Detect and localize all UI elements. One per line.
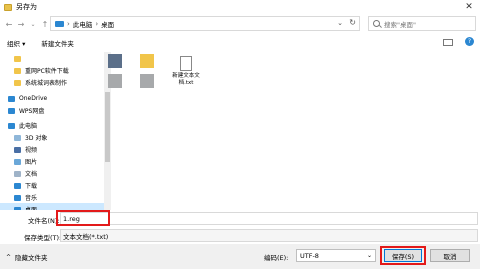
chevron-up-icon: ^	[6, 253, 12, 261]
save-fields: 文件名(N): 1.reg 保存类型(T): 文本文档(*.txt)	[0, 210, 480, 244]
new-folder-button[interactable]: 新建文件夹	[41, 38, 74, 48]
sidebar-item[interactable]: 下载	[0, 179, 110, 192]
address-bar[interactable]: › 此电脑 › 桌面 ⌄ ↻	[50, 16, 360, 31]
chevron-right-icon: ›	[67, 19, 70, 28]
cloud-icon	[8, 107, 15, 114]
organize-menu[interactable]: 组织 ▾	[7, 38, 25, 48]
search-input[interactable]: 搜索"桌面"	[368, 16, 476, 31]
download-icon	[14, 182, 21, 189]
picture-icon	[14, 158, 21, 165]
filetype-label: 保存类型(T):	[24, 234, 62, 242]
computer-icon	[8, 122, 15, 129]
sidebar-item[interactable]: 视频	[0, 143, 110, 156]
document-icon	[14, 170, 21, 177]
sidebar-item-label: 系统城词表制作	[25, 80, 68, 87]
sidebar-item-label: 此电脑	[19, 123, 38, 130]
breadcrumb-this-pc[interactable]: 此电脑	[73, 19, 93, 29]
sidebar-item[interactable]	[0, 52, 110, 65]
sidebar-item[interactable]: 重网PC软件下载	[0, 64, 110, 77]
folder-icon	[140, 54, 154, 68]
window-title: 另存为	[16, 3, 37, 11]
search-placeholder: 搜索"桌面"	[384, 20, 416, 29]
close-icon[interactable]: ✕	[458, 0, 480, 14]
sidebar-item[interactable]: WPS网盘	[0, 104, 110, 117]
encoding-value: UTF-8	[300, 251, 319, 260]
sidebar-item[interactable]: OneDrive	[0, 92, 110, 105]
dialog-footer: ^ 隐藏文件夹 编码(E): UTF-8 ⌄ 保存(S) 取消	[0, 244, 480, 269]
sidebar-item-label: 图片	[25, 159, 38, 166]
sidebar-item-label: 下载	[25, 183, 38, 190]
file-item-blurred[interactable]	[130, 74, 164, 90]
sidebar-item[interactable]: 音乐	[0, 191, 110, 204]
sidebar-item[interactable]: 图片	[0, 155, 110, 168]
sidebar-item-label: 文档	[25, 171, 38, 178]
sidebar-item[interactable]: 系统城词表制作	[0, 76, 110, 89]
sidebar-item[interactable]: 文档	[0, 167, 110, 180]
video-icon	[14, 146, 21, 153]
sidebar-item-label: OneDrive	[19, 95, 48, 102]
navigation-pane: 桌面音乐下载文档图片视频3D 对象此电脑WPS网盘OneDrive系统城词表制作…	[0, 52, 112, 212]
command-toolbar: 组织 ▾ 新建文件夹 ?	[0, 34, 480, 52]
sidebar-item-label: WPS网盘	[19, 108, 45, 115]
chevron-down-icon[interactable]: ⌄	[337, 19, 343, 27]
breadcrumb-desktop[interactable]: 桌面	[101, 19, 114, 29]
help-icon[interactable]: ?	[465, 37, 474, 46]
encoding-label: 编码(E):	[264, 254, 289, 262]
cancel-button[interactable]: 取消	[430, 249, 470, 262]
cube-icon	[14, 134, 21, 141]
filetype-select[interactable]: 文本文档(*.txt)	[60, 229, 478, 242]
search-icon	[373, 20, 380, 27]
save-as-dialog-icon	[4, 3, 12, 11]
encoding-select[interactable]: UTF-8 ⌄	[296, 249, 376, 262]
scrollbar-thumb[interactable]	[105, 92, 110, 162]
recent-locations-icon[interactable]: ⌄	[27, 17, 39, 31]
highlight-box	[56, 210, 110, 226]
file-item-blurred[interactable]	[98, 74, 132, 90]
highlight-box	[380, 246, 426, 265]
chevron-down-icon: ⌄	[366, 252, 372, 259]
forward-arrow-icon[interactable]: →	[15, 17, 27, 31]
sidebar-item-label: 3D 对象	[25, 135, 48, 142]
sidebar-item-label: 视频	[25, 147, 38, 154]
sidebar-item[interactable]: 3D 对象	[0, 131, 110, 144]
title-bar: 另存为 ✕	[0, 0, 480, 14]
file-item-folder[interactable]	[130, 54, 164, 70]
folder-icon	[14, 79, 21, 86]
text-file-icon	[180, 56, 192, 71]
navigation-bar: ← → ⌄ ↑ › 此电脑 › 桌面 ⌄ ↻ 搜索"桌面"	[0, 14, 480, 34]
refresh-icon[interactable]: ↻	[349, 18, 356, 27]
folder-icon	[14, 67, 21, 74]
sidebar-item-label: 重网PC软件下载	[25, 68, 69, 75]
folder-icon	[14, 55, 21, 62]
blurred-thumbnail	[108, 74, 122, 88]
sidebar-item[interactable]: 此电脑	[0, 119, 110, 132]
hide-folders-label: 隐藏文件夹	[15, 254, 48, 262]
sidebar-item-label: 音乐	[25, 195, 38, 202]
computer-icon	[55, 20, 64, 27]
file-item-image[interactable]	[98, 54, 132, 70]
music-icon	[14, 194, 21, 201]
chevron-right-icon: ›	[95, 19, 99, 28]
view-options-icon[interactable]	[443, 39, 453, 46]
filename-input[interactable]: 1.reg	[60, 212, 478, 225]
hide-folders-toggle[interactable]: ^ 隐藏文件夹	[6, 252, 48, 263]
file-item-text-document[interactable]: 新建文本文档.txt	[169, 56, 203, 87]
filename-label: 文件名(N):	[28, 217, 60, 225]
image-thumbnail	[108, 54, 122, 68]
back-arrow-icon[interactable]: ←	[3, 17, 15, 31]
file-list: 新建文本文档.txt	[108, 52, 480, 212]
blurred-thumbnail	[140, 74, 154, 88]
cloud-icon	[8, 95, 15, 102]
file-name: 新建文本文档.txt	[172, 73, 200, 86]
